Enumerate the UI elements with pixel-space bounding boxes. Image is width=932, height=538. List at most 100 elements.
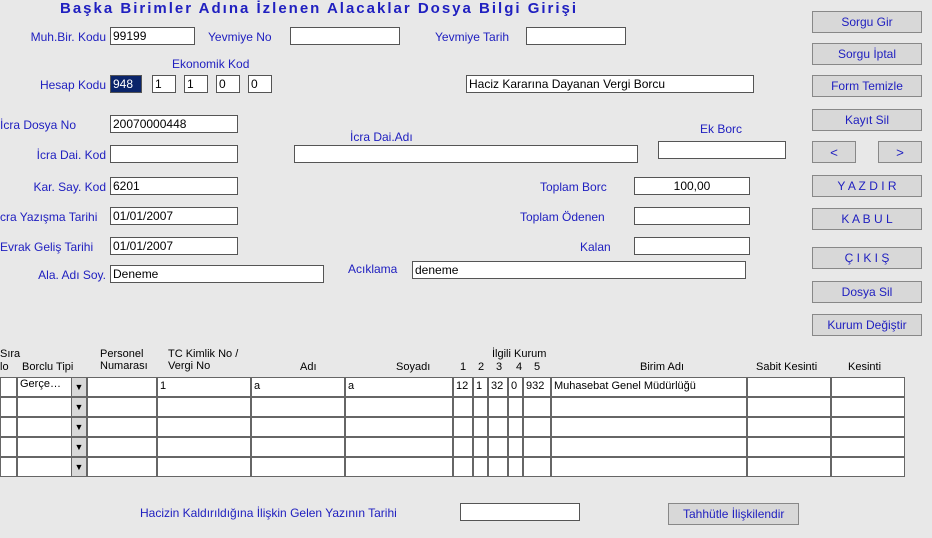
- cell-soyadi[interactable]: [345, 437, 453, 457]
- yevmiye-tarih-input[interactable]: [526, 27, 626, 45]
- cell-k4[interactable]: [508, 457, 523, 477]
- cell-k3[interactable]: [488, 417, 508, 437]
- icra-dai-kod-input[interactable]: [110, 145, 238, 163]
- yazisma-tarihi-input[interactable]: [110, 207, 238, 225]
- cell-adi[interactable]: [251, 457, 345, 477]
- borclu-tipi-dropdown[interactable]: ▼: [17, 437, 87, 457]
- ek-kod-1-input[interactable]: [152, 75, 176, 93]
- borclu-tipi-dropdown[interactable]: ▼: [17, 457, 87, 477]
- cell-personel[interactable]: [87, 377, 157, 397]
- tahhutle-button[interactable]: Tahhütle İlişkilendir: [668, 503, 799, 525]
- ek-kod-3-input[interactable]: [216, 75, 240, 93]
- cell-k5[interactable]: 932: [523, 377, 551, 397]
- cell-k4[interactable]: [508, 397, 523, 417]
- cell-personel[interactable]: [87, 457, 157, 477]
- cell-adi[interactable]: [251, 397, 345, 417]
- prev-button[interactable]: <: [812, 141, 856, 163]
- cell-sabit[interactable]: [747, 437, 831, 457]
- cell-k1[interactable]: [453, 417, 473, 437]
- kurum-degistir-button[interactable]: Kurum Değiştir: [812, 314, 922, 336]
- cell-k4[interactable]: 0: [508, 377, 523, 397]
- evrak-gelis-tarihi-input[interactable]: [110, 237, 238, 255]
- yevmiye-no-input[interactable]: [290, 27, 400, 45]
- cell-k1[interactable]: [453, 457, 473, 477]
- cell-sabit[interactable]: [747, 417, 831, 437]
- muh-bir-kodu-input[interactable]: [110, 27, 195, 45]
- cell-tc[interactable]: [157, 417, 251, 437]
- cell-sabit[interactable]: [747, 377, 831, 397]
- cell-soyadi[interactable]: [345, 417, 453, 437]
- kalan-input[interactable]: [634, 237, 750, 255]
- cell-k2[interactable]: [473, 397, 488, 417]
- cell-birim[interactable]: [551, 397, 747, 417]
- cell-k1[interactable]: [453, 397, 473, 417]
- cell-personel[interactable]: [87, 417, 157, 437]
- cell-birim[interactable]: [551, 417, 747, 437]
- ala-adi-soy-input[interactable]: [110, 265, 324, 283]
- chevron-down-icon[interactable]: ▼: [71, 378, 86, 396]
- toplam-borc-input[interactable]: [634, 177, 750, 195]
- cell-kesinti[interactable]: [831, 397, 905, 417]
- borclu-tipi-dropdown[interactable]: ▼: [17, 397, 87, 417]
- icra-dosya-no-input[interactable]: [110, 115, 238, 133]
- ek-kod-2-input[interactable]: [184, 75, 208, 93]
- chevron-down-icon[interactable]: ▼: [71, 458, 86, 476]
- cell-kesinti[interactable]: [831, 437, 905, 457]
- cell-k5[interactable]: [523, 437, 551, 457]
- cell-adi[interactable]: [251, 417, 345, 437]
- cell-kesinti[interactable]: [831, 457, 905, 477]
- cell-k5[interactable]: [523, 457, 551, 477]
- yazdir-button[interactable]: Y A Z D I R: [812, 175, 922, 197]
- kar-say-kod-input[interactable]: [110, 177, 238, 195]
- cell-soyadi[interactable]: a: [345, 377, 453, 397]
- hesap-aciklama-input[interactable]: [466, 75, 754, 93]
- cell-birim[interactable]: [551, 457, 747, 477]
- cell-adi[interactable]: [251, 437, 345, 457]
- cell-k4[interactable]: [508, 437, 523, 457]
- cell-sabit[interactable]: [747, 397, 831, 417]
- chevron-down-icon[interactable]: ▼: [71, 398, 86, 416]
- borclu-tipi-dropdown[interactable]: ▼: [17, 417, 87, 437]
- cell-tc[interactable]: [157, 397, 251, 417]
- cell-k5[interactable]: [523, 397, 551, 417]
- cell-k5[interactable]: [523, 417, 551, 437]
- cell-personel[interactable]: [87, 397, 157, 417]
- cell-kesinti[interactable]: [831, 377, 905, 397]
- ek-borc-input[interactable]: [658, 141, 786, 159]
- cell-k1[interactable]: 12: [453, 377, 473, 397]
- cell-k3[interactable]: 32: [488, 377, 508, 397]
- cell-birim[interactable]: Muhasebat Genel Müdürlüğü: [551, 377, 747, 397]
- cell-tc[interactable]: [157, 457, 251, 477]
- cell-tc[interactable]: 1: [157, 377, 251, 397]
- cell-k1[interactable]: [453, 437, 473, 457]
- borclu-tipi-dropdown[interactable]: Gerçe…▼: [17, 377, 87, 397]
- kabul-button[interactable]: K A B U L: [812, 208, 922, 230]
- cell-k3[interactable]: [488, 457, 508, 477]
- cell-soyadi[interactable]: [345, 457, 453, 477]
- cell-kesinti[interactable]: [831, 417, 905, 437]
- sorgu-gir-button[interactable]: Sorgu Gir: [812, 11, 922, 33]
- cell-soyadi[interactable]: [345, 397, 453, 417]
- form-temizle-button[interactable]: Form Temizle: [812, 75, 922, 97]
- cell-tc[interactable]: [157, 437, 251, 457]
- cell-k2[interactable]: [473, 437, 488, 457]
- cell-k2[interactable]: [473, 457, 488, 477]
- cell-k4[interactable]: [508, 417, 523, 437]
- cikis-button[interactable]: Ç I K I Ş: [812, 247, 922, 269]
- cell-k2[interactable]: 1: [473, 377, 488, 397]
- cell-sabit[interactable]: [747, 457, 831, 477]
- chevron-down-icon[interactable]: ▼: [71, 418, 86, 436]
- cell-k2[interactable]: [473, 417, 488, 437]
- cell-birim[interactable]: [551, 437, 747, 457]
- chevron-down-icon[interactable]: ▼: [71, 438, 86, 456]
- hacizin-tarihi-input[interactable]: [460, 503, 580, 521]
- toplam-odenen-input[interactable]: [634, 207, 750, 225]
- kayit-sil-button[interactable]: Kayıt Sil: [812, 109, 922, 131]
- sorgu-iptal-button[interactable]: Sorgu İptal: [812, 43, 922, 65]
- ek-kod-4-input[interactable]: [248, 75, 272, 93]
- cell-adi[interactable]: a: [251, 377, 345, 397]
- cell-personel[interactable]: [87, 437, 157, 457]
- cell-k3[interactable]: [488, 437, 508, 457]
- hesap-kodu-input[interactable]: [110, 75, 142, 93]
- icra-dai-adi-input[interactable]: [294, 145, 638, 163]
